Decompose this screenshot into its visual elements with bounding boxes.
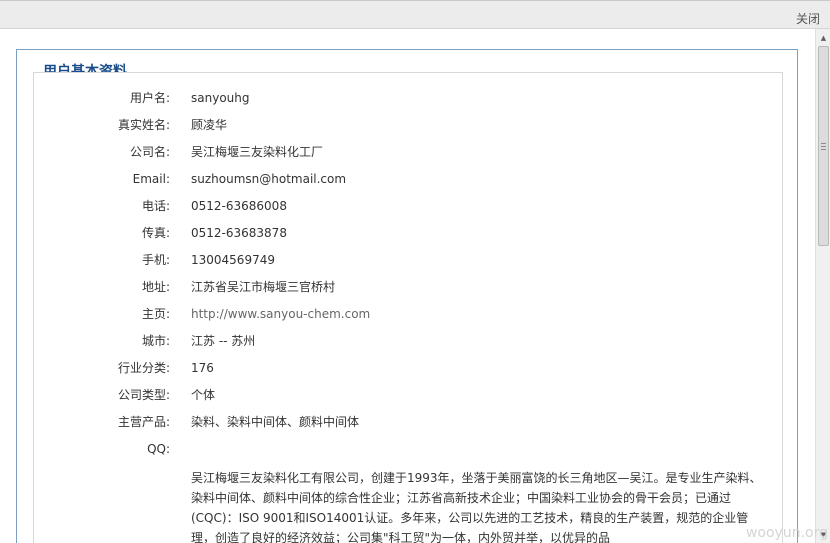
close-link[interactable]: 关闭 [796,10,820,27]
field-label: 用户名: [129,91,170,105]
field-value: 染料、染料中间体、颜料中间体 [191,415,360,429]
scroll-up-arrow-icon[interactable]: ▲ [816,29,830,46]
field-value: 顾凌华 [191,118,228,132]
field-label: 公司类型: [117,388,170,402]
field-value: 13004569749 [191,253,275,267]
field-value: 吴江梅堰三友染料化工厂 [191,145,324,159]
thumb-grip-icon [821,143,826,144]
field-label: 真实姓名: [117,118,170,132]
thumb-grip-icon [821,146,826,147]
profile-row: 行业分类: 176 [33,358,733,378]
profile-row: 公司类型: 个体 [33,385,733,405]
field-label: 地址: [141,280,170,294]
field-value: sanyouhg [191,91,250,105]
thumb-grip-icon [821,149,826,150]
vertical-scrollbar[interactable]: ▲ ▼ [815,29,830,543]
profile-row: 传真: 0512-63683878 [33,223,733,243]
watermark: wooyun.org [745,525,828,541]
profile-row: 地址: 江苏省吴江市梅堰三官桥村 [33,277,733,297]
field-value: suzhoumsn@hotmail.com [191,172,347,186]
field-label: 传真: [141,226,170,240]
profile-row: 手机: 13004569749 [33,250,733,270]
profile-row: 主营产品: 染料、染料中间体、颜料中间体 [33,412,733,432]
window-title-bar: 关闭 [0,0,830,29]
field-value: 江苏 -- 苏州 [191,334,256,348]
scrollbar-thumb[interactable] [818,46,829,246]
profile-row: QQ: [33,439,733,459]
field-label: Email: [132,172,170,186]
field-value: 0512-63683878 [191,226,287,240]
profile-row: Email: suzhoumsn@hotmail.com [33,169,733,189]
field-label: 电话: [141,199,170,213]
field-label: QQ: [147,442,170,456]
profile-panel: 用户基本资料 吴江梅堰三友染料化工有限公司，创建于1993年，坐落于美丽富饶的长… [0,29,815,543]
field-label: 公司名: [129,145,170,159]
field-value: 176 [191,361,214,375]
field-label: 手机: [141,253,170,267]
field-value: 江苏省吴江市梅堰三官桥村 [191,280,336,294]
profile-row: 用户名: sanyouhg [33,88,733,108]
field-label: 行业分类: [117,361,170,375]
field-label: 城市: [141,334,170,348]
field-value: 0512-63686008 [191,199,287,213]
profile-row: 主页: http://www.sanyou-chem.com [33,304,733,324]
field-label: 主营产品: [117,415,170,429]
profile-row: 城市: 江苏 -- 苏州 [33,331,733,351]
profile-row: 真实姓名: 顾凌华 [33,115,733,135]
company-description: 吴江梅堰三友染料化工有限公司，创建于1993年，坐落于美丽富饶的长三角地区—吴江… [191,471,762,543]
profile-row: 公司名: 吴江梅堰三友染料化工厂 [33,142,733,162]
field-value: 个体 [191,388,216,402]
profile-row: 电话: 0512-63686008 [33,196,733,216]
homepage-link[interactable]: http://www.sanyou-chem.com [191,304,370,324]
field-label: 主页: [141,307,170,321]
